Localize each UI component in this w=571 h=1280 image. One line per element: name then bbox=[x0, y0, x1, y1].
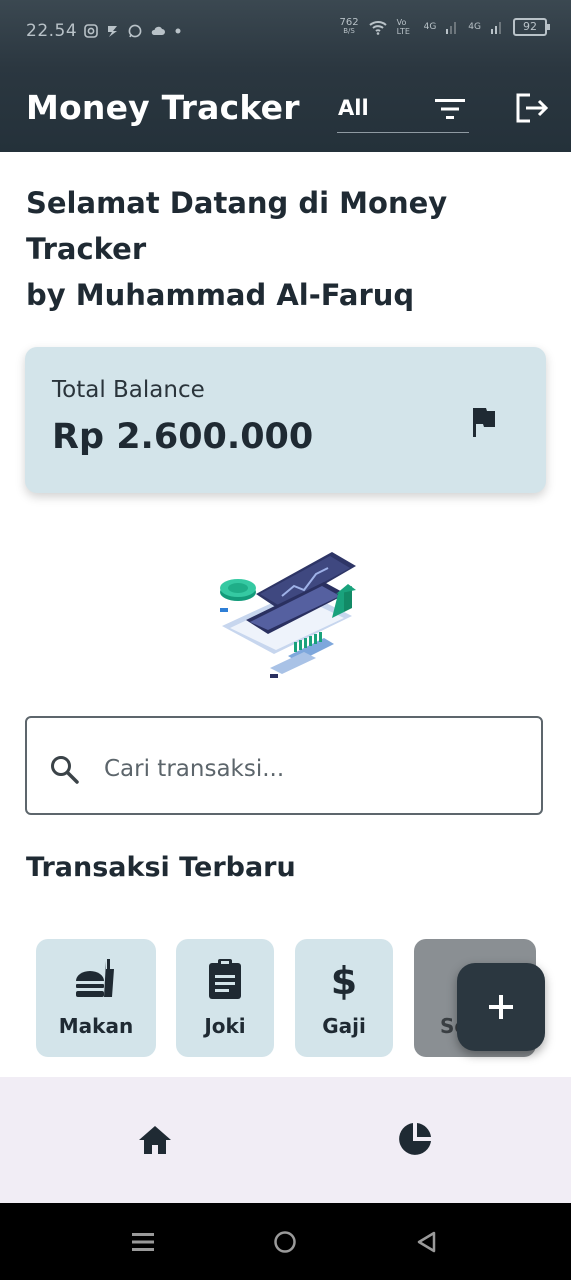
back-button-icon[interactable] bbox=[415, 1230, 437, 1254]
app-notification-icon bbox=[108, 26, 117, 37]
volte-label: Vo LTE bbox=[396, 18, 410, 36]
instagram-icon bbox=[84, 24, 98, 38]
category-label-joki: Joki bbox=[204, 1014, 246, 1038]
status-bar: 22.54 762 B/S Vo LTE 4G 4G 92 bbox=[0, 0, 571, 62]
filter-icon[interactable] bbox=[435, 98, 465, 120]
dollar-icon: $ bbox=[331, 959, 357, 1001]
recent-apps-icon[interactable] bbox=[130, 1231, 156, 1253]
category-chip-joki[interactable]: Joki bbox=[176, 939, 274, 1057]
welcome-line-1: Selamat Datang di Money bbox=[26, 186, 448, 220]
home-icon[interactable] bbox=[138, 1124, 172, 1156]
total-balance-label: Total Balance bbox=[52, 377, 205, 403]
category-chip-makan[interactable]: Makan bbox=[36, 939, 156, 1057]
recent-transactions-title: Transaksi Terbaru bbox=[26, 852, 296, 883]
battery-icon: 92 bbox=[513, 18, 550, 36]
welcome-line-2: Tracker bbox=[26, 232, 147, 266]
system-navigation-bar bbox=[0, 1203, 571, 1280]
wifi-icon bbox=[368, 21, 387, 35]
flag-icon bbox=[473, 407, 495, 437]
app-title: Money Tracker bbox=[26, 88, 300, 127]
dot-icon bbox=[175, 28, 181, 34]
whatsapp-icon bbox=[128, 24, 142, 38]
cloud-icon bbox=[151, 26, 165, 35]
category-filter-dropdown[interactable]: All bbox=[337, 92, 469, 133]
network-type-2: 4G bbox=[468, 21, 481, 32]
pie-chart-icon[interactable] bbox=[398, 1122, 432, 1156]
filter-selected-value: All bbox=[338, 96, 369, 120]
svg-text:$: $ bbox=[331, 959, 357, 1001]
network-type-1: 4G bbox=[423, 21, 437, 32]
clipboard-icon bbox=[209, 959, 241, 999]
search-input[interactable] bbox=[102, 748, 506, 790]
category-chip-gaji[interactable]: $ Gaji bbox=[295, 939, 393, 1057]
total-balance-card: Total Balance Rp 2.600.000 bbox=[25, 347, 546, 493]
bottom-navigation-bar bbox=[0, 1077, 571, 1203]
notification-icons bbox=[84, 24, 182, 38]
home-button-icon[interactable] bbox=[273, 1230, 297, 1254]
add-icon bbox=[489, 995, 513, 1019]
fastfood-icon bbox=[76, 959, 114, 997]
welcome-line-3: by Muhammad Al-Faruq bbox=[26, 278, 415, 312]
finance-illustration bbox=[220, 552, 356, 678]
signal-icon bbox=[446, 22, 457, 34]
logout-icon[interactable] bbox=[514, 92, 550, 124]
category-label-makan: Makan bbox=[58, 1014, 134, 1038]
network-speed: 762 B/S bbox=[339, 17, 359, 36]
category-label-gaji: Gaji bbox=[322, 1014, 366, 1038]
total-balance-amount: Rp 2.600.000 bbox=[52, 417, 314, 457]
signal-icon-2 bbox=[491, 22, 501, 34]
status-time: 22.54 bbox=[26, 21, 78, 41]
add-transaction-button[interactable] bbox=[457, 963, 545, 1051]
welcome-message: Selamat Datang di Money Tracker by Muham… bbox=[26, 180, 506, 318]
search-icon bbox=[51, 756, 79, 784]
app-header: 22.54 762 B/S Vo LTE 4G 4G 92 Money Trac… bbox=[0, 0, 571, 152]
transaction-search-box[interactable] bbox=[25, 716, 543, 815]
system-indicators: 762 B/S Vo LTE 4G 4G 92 bbox=[339, 17, 550, 36]
